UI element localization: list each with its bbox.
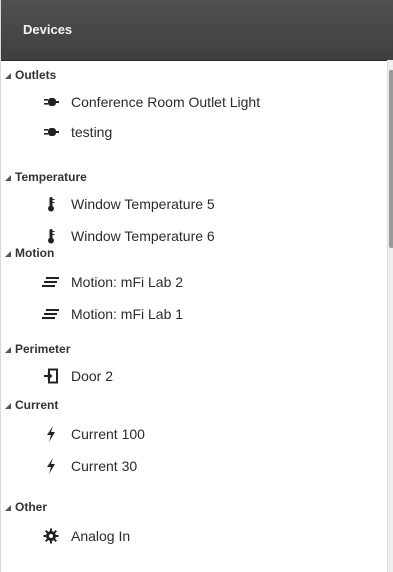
device-item[interactable]: Door 2 (41, 368, 113, 384)
panel-title: Devices (23, 22, 73, 37)
device-label: Motion: mFi Lab 1 (71, 306, 184, 322)
collapse-triangle-icon[interactable] (5, 403, 11, 409)
motion-icon (41, 274, 61, 290)
group-current[interactable]: Current (5, 398, 58, 412)
device-item[interactable]: Motion: mFi Lab 2 (41, 274, 183, 290)
group-label: Other (15, 500, 48, 514)
collapse-triangle-icon[interactable] (5, 251, 11, 257)
gear-icon (41, 528, 61, 544)
collapse-triangle-icon[interactable] (5, 175, 11, 181)
device-item[interactable]: Motion: mFi Lab 1 (41, 306, 183, 322)
device-label: Conference Room Outlet Light (71, 94, 261, 110)
group-temperature[interactable]: Temperature (5, 170, 87, 184)
device-item[interactable]: Window Temperature 5 (41, 196, 215, 212)
collapse-triangle-icon[interactable] (5, 73, 11, 79)
lightning-icon (41, 458, 61, 474)
device-item[interactable]: Analog In (41, 528, 130, 544)
device-item[interactable]: Window Temperature 6 (41, 228, 215, 244)
group-other[interactable]: Other (5, 500, 47, 514)
vertical-scrollbar[interactable] (387, 60, 393, 572)
door-icon (41, 368, 61, 384)
panel-header: Devices (1, 0, 393, 61)
group-label: Current (15, 398, 59, 412)
group-label: Outlets (15, 68, 57, 82)
thermometer-icon (41, 228, 61, 244)
scrollbar-thumb[interactable] (389, 70, 393, 248)
device-label: Window Temperature 5 (71, 196, 215, 212)
device-label: Analog In (71, 528, 131, 544)
motion-icon (41, 306, 61, 322)
collapse-triangle-icon[interactable] (5, 505, 11, 511)
device-label: testing (71, 124, 113, 140)
group-motion[interactable]: Motion (5, 246, 54, 260)
group-label: Motion (15, 246, 55, 260)
thermometer-icon (41, 196, 61, 212)
device-tree: Outlets Conference Room Outlet Light tes… (1, 60, 387, 572)
group-label: Temperature (15, 170, 87, 184)
group-label: Perimeter (15, 342, 71, 356)
device-label: Window Temperature 6 (71, 228, 215, 244)
device-label: Door 2 (71, 368, 114, 384)
group-perimeter[interactable]: Perimeter (5, 342, 70, 356)
device-label: Motion: mFi Lab 2 (71, 274, 184, 290)
devices-panel: Devices Outlets Conference Room Outlet L… (0, 0, 393, 572)
device-label: Current 30 (71, 458, 138, 474)
plug-icon (41, 124, 61, 140)
lightning-icon (41, 426, 61, 442)
device-label: Current 100 (71, 426, 145, 442)
device-item[interactable]: Current 100 (41, 426, 145, 442)
device-item[interactable]: Conference Room Outlet Light (41, 94, 260, 110)
plug-icon (41, 94, 61, 110)
group-outlets[interactable]: Outlets (5, 68, 56, 82)
device-item[interactable]: Current 30 (41, 458, 137, 474)
device-item[interactable]: testing (41, 124, 112, 140)
collapse-triangle-icon[interactable] (5, 347, 11, 353)
